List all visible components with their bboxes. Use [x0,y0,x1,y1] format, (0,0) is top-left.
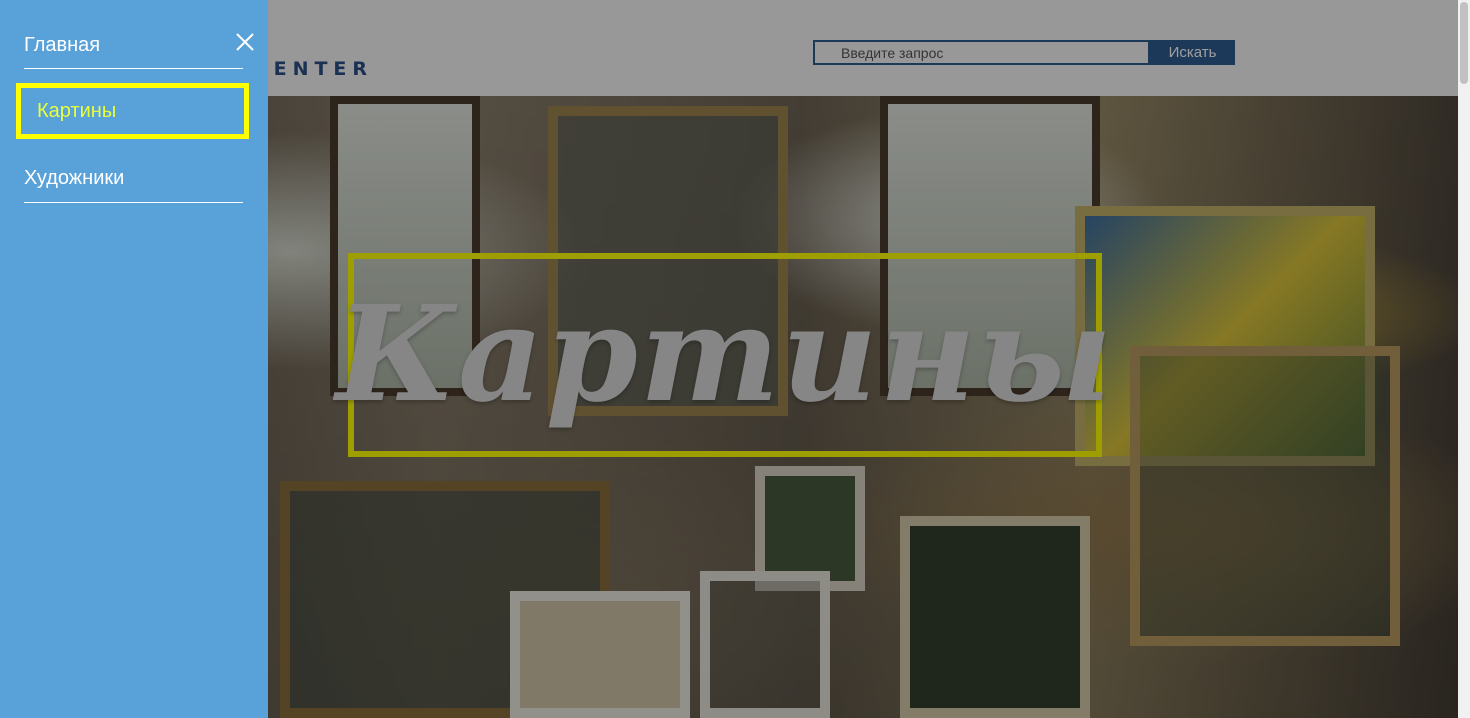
side-navigation: Главная Картины Художники [0,0,268,718]
nav-item-label: Главная [24,34,101,56]
page-scrollbar[interactable] [1458,0,1470,718]
nav-item-label: Художники [24,167,125,189]
nav-item-paintings[interactable]: Картины [16,83,249,139]
nav-item-home[interactable]: Главная [24,34,243,69]
scrollbar-thumb[interactable] [1460,2,1468,84]
page: E ART CENTER Искать Картины Главн [0,0,1470,718]
nav-item-label: Картины [37,99,117,122]
nav-item-artists[interactable]: Художники [24,167,243,203]
